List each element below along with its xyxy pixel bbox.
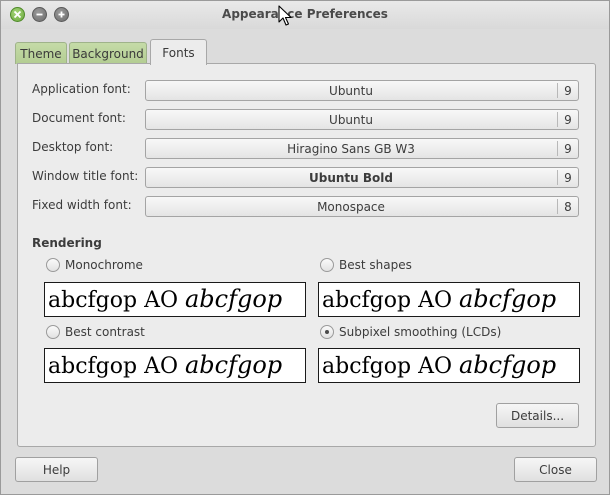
fixed-width-font-button[interactable]: Monospace 8 (145, 196, 579, 217)
preview-italic-text: abcfgop (458, 351, 557, 379)
appearance-preferences-window: Appearance Preferences Theme Background … (0, 0, 610, 495)
font-size: 9 (557, 83, 578, 98)
radio-button[interactable] (320, 258, 334, 272)
close-button[interactable]: Close (514, 457, 597, 482)
best-contrast-preview[interactable]: abcfgop AO abcfgop (44, 348, 306, 383)
font-name: Ubuntu (329, 84, 373, 98)
fixed-width-font-label: Fixed width font: (32, 198, 132, 212)
font-name: Ubuntu (329, 113, 373, 127)
font-name: Ubuntu Bold (309, 171, 393, 185)
subpixel-smoothing-option[interactable]: Subpixel smoothing (LCDs) (320, 325, 501, 339)
desktop-font-label: Desktop font: (32, 140, 114, 154)
monochrome-option[interactable]: Monochrome (46, 258, 143, 272)
best-shapes-option[interactable]: Best shapes (320, 258, 412, 272)
preview-plain-text: abcfgop AO (322, 354, 459, 379)
best-contrast-option[interactable]: Best contrast (46, 325, 145, 339)
help-button[interactable]: Help (15, 457, 98, 482)
document-font-button[interactable]: Ubuntu 9 (145, 109, 579, 130)
mouse-cursor-icon (278, 5, 292, 26)
preview-plain-text: abcfgop AO (322, 288, 459, 313)
tab-background[interactable]: Background (69, 42, 147, 64)
font-size: 8 (557, 199, 578, 214)
details-button[interactable]: Details... (496, 403, 579, 428)
window-title-font-label: Window title font: (32, 169, 139, 183)
desktop-font-button[interactable]: Hiragino Sans GB W3 9 (145, 138, 579, 159)
font-name: Monospace (317, 200, 385, 214)
font-size: 9 (557, 170, 578, 185)
rendering-heading: Rendering (32, 236, 102, 250)
tab-theme[interactable]: Theme (15, 42, 67, 64)
option-label: Best contrast (65, 325, 145, 339)
tab-fonts[interactable]: Fonts (150, 39, 207, 65)
option-label: Subpixel smoothing (LCDs) (339, 325, 502, 339)
application-font-label: Application font: (32, 82, 131, 96)
preview-plain-text: abcfgop AO (48, 288, 185, 313)
option-label: Best shapes (339, 258, 412, 272)
window-title: Appearance Preferences (222, 7, 388, 21)
preview-italic-text: abcfgop (184, 351, 283, 379)
application-font-button[interactable]: Ubuntu 9 (145, 80, 579, 101)
preview-plain-text: abcfgop AO (48, 354, 185, 379)
document-font-label: Document font: (32, 111, 126, 125)
title-bar[interactable]: Appearance Preferences (1, 1, 609, 29)
radio-button[interactable] (46, 258, 60, 272)
option-label: Monochrome (65, 258, 143, 272)
best-shapes-preview[interactable]: abcfgop AO abcfgop (318, 282, 580, 317)
window-title-font-button[interactable]: Ubuntu Bold 9 (145, 167, 579, 188)
radio-button[interactable] (46, 325, 60, 339)
radio-button-selected[interactable] (320, 325, 334, 339)
font-size: 9 (557, 112, 578, 127)
font-size: 9 (557, 141, 578, 156)
preview-italic-text: abcfgop (458, 285, 557, 313)
font-name: Hiragino Sans GB W3 (287, 142, 415, 156)
preview-italic-text: abcfgop (184, 285, 283, 313)
monochrome-preview[interactable]: abcfgop AO abcfgop (44, 282, 306, 317)
subpixel-smoothing-preview[interactable]: abcfgop AO abcfgop (318, 348, 580, 383)
